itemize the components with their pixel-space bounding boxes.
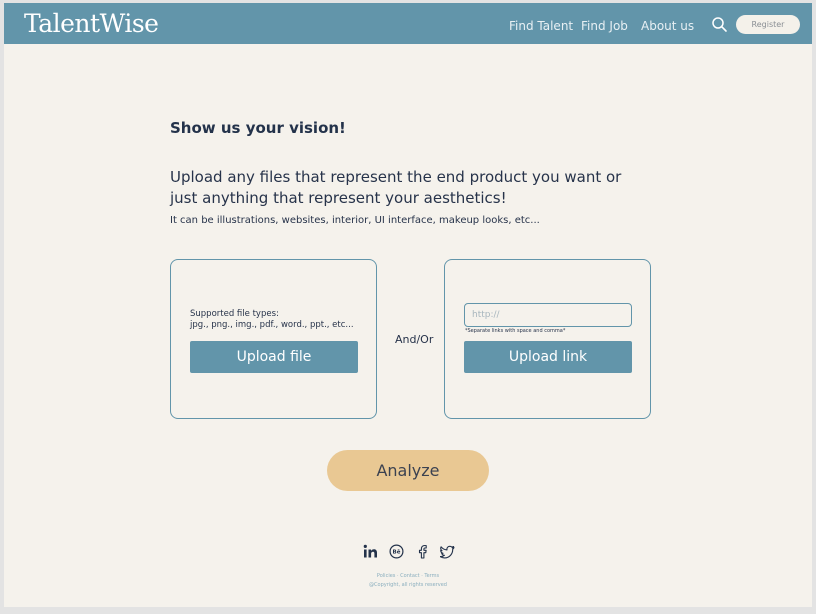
nav-about-us[interactable]: About us — [641, 18, 694, 34]
and-or-label: And/Or — [395, 333, 434, 346]
link-upload-panel: *Separate links with space and comma* Up… — [444, 259, 651, 419]
examples-text: It can be illustrations, websites, inter… — [170, 215, 540, 226]
analyze-button[interactable]: Analyze — [327, 450, 489, 491]
supported-types-list: jpg., png., img., pdf., word., ppt., etc… — [190, 320, 354, 330]
nav-find-talent[interactable]: Find Talent — [509, 18, 573, 34]
logo[interactable]: TalentWise — [24, 9, 159, 39]
top-navbar: TalentWise Find Talent Find Job About us… — [4, 3, 812, 44]
copyright-text: @Copyright, all rights reserved — [369, 582, 447, 588]
section-heading: Show us your vision! — [170, 119, 346, 137]
file-upload-panel: Supported file types: jpg., png., img., … — [170, 259, 377, 419]
footer-links[interactable]: Policies · Contact · Terms — [4, 573, 812, 580]
supported-types: Supported file types: jpg., png., img., … — [190, 309, 354, 331]
intro-text: Upload any files that represent the end … — [170, 168, 622, 207]
twitter-icon[interactable] — [440, 544, 455, 559]
upload-link-button[interactable]: Upload link — [464, 341, 632, 373]
page-frame: TalentWise Find Talent Find Job About us… — [4, 3, 812, 607]
search-icon[interactable] — [711, 16, 728, 33]
facebook-icon[interactable] — [415, 544, 430, 559]
behance-icon[interactable]: Bē — [389, 544, 404, 559]
svg-text:Bē: Bē — [393, 550, 401, 556]
link-hint: *Separate links with space and comma* — [465, 328, 566, 334]
upload-file-button[interactable]: Upload file — [190, 341, 358, 373]
linkedin-icon[interactable] — [363, 544, 378, 559]
link-url-input[interactable] — [464, 303, 632, 327]
nav-find-job[interactable]: Find Job — [581, 18, 628, 34]
supported-types-label: Supported file types: — [190, 309, 279, 319]
register-button[interactable]: Register — [736, 15, 800, 34]
